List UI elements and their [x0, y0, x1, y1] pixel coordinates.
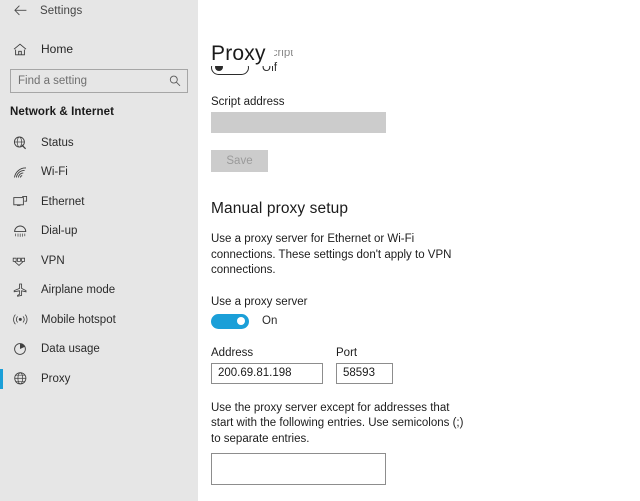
sidebar-header: Settings — [0, 0, 198, 21]
sidebar-item-proxy-label: Proxy — [41, 372, 71, 385]
search-container — [10, 69, 188, 93]
address-group: Address — [211, 347, 323, 384]
sidebar-item-status-label: Status — [41, 136, 74, 149]
exceptions-input[interactable] — [211, 453, 386, 485]
search-box[interactable] — [10, 69, 188, 93]
port-label: Port — [336, 346, 358, 359]
setup-script-toggle-row: Off — [211, 60, 640, 75]
ethernet-icon — [10, 193, 30, 211]
sidebar-item-vpn-label: VPN — [41, 254, 65, 267]
search-input[interactable] — [11, 71, 187, 91]
script-address-group: Script address — [211, 96, 640, 133]
dial-up-icon — [10, 222, 30, 240]
window-title: Settings — [40, 4, 83, 17]
address-input[interactable] — [211, 362, 323, 384]
sidebar-item-wifi[interactable]: Wi-Fi — [0, 158, 198, 188]
toggle-knob — [237, 316, 245, 325]
sidebar-item-airplane-mode[interactable]: Airplane mode — [0, 276, 198, 306]
port-input[interactable] — [336, 362, 393, 384]
script-save-button: Save — [211, 150, 268, 172]
sidebar-item-home[interactable]: Home — [0, 34, 198, 64]
use-proxy-server-toggle-state: On — [262, 315, 278, 327]
data-usage-icon — [10, 340, 30, 358]
sidebar-section-title: Network & Internet — [10, 106, 115, 118]
address-label: Address — [211, 346, 254, 359]
sidebar-item-mobile-hotspot-label: Mobile hotspot — [41, 313, 116, 326]
use-proxy-server-toggle[interactable] — [211, 313, 249, 329]
manual-proxy-description: Use a proxy server for Ethernet or Wi-Fi… — [211, 233, 452, 276]
back-arrow-icon[interactable] — [9, 2, 31, 20]
port-group: Port — [336, 347, 393, 384]
sidebar-item-data-usage[interactable]: Data usage — [0, 335, 198, 365]
sidebar: Settings Home Find a setting Network & I… — [0, 0, 198, 501]
sidebar-item-ethernet-label: Ethernet — [41, 195, 85, 208]
sidebar-item-status[interactable]: Status — [0, 128, 198, 158]
sidebar-item-airplane-mode-label: Airplane mode — [41, 284, 116, 297]
home-icon — [10, 43, 30, 56]
settings-window: Settings Home Find a setting Network & I… — [0, 0, 640, 501]
search-icon[interactable] — [169, 75, 181, 87]
sidebar-item-home-label: Home — [41, 42, 74, 56]
script-address-label: Script address — [211, 96, 285, 108]
sidebar-item-proxy[interactable]: Proxy — [0, 364, 198, 394]
sidebar-item-dial-up[interactable]: Dial-up — [0, 217, 198, 247]
sidebar-item-ethernet[interactable]: Ethernet — [0, 187, 198, 217]
address-port-row: Address Port — [211, 347, 640, 384]
use-proxy-server-toggle-row: On — [211, 313, 640, 329]
sidebar-item-mobile-hotspot[interactable]: Mobile hotspot — [0, 305, 198, 335]
manual-proxy-heading: Manual proxy setup — [211, 200, 349, 217]
main-content: Use setup script Proxy Off Script addres… — [198, 0, 640, 501]
use-proxy-server-label: Use a proxy server — [211, 295, 308, 308]
mobile-hotspot-icon — [10, 311, 30, 329]
sidebar-item-dial-up-label: Dial-up — [41, 225, 78, 238]
selection-indicator — [0, 368, 3, 389]
script-save-group: Save — [211, 150, 640, 172]
sidebar-item-wifi-label: Wi-Fi — [41, 166, 68, 179]
content-body: Off Script address Save Manual proxy set… — [198, 60, 640, 501]
globe-status-icon — [10, 134, 30, 152]
exceptions-description: Use the proxy server except for addresse… — [211, 401, 464, 445]
vpn-icon — [10, 252, 30, 270]
page-title: Proxy — [211, 42, 274, 67]
wifi-icon — [10, 163, 30, 181]
sidebar-item-data-usage-label: Data usage — [41, 343, 100, 356]
airplane-icon — [10, 281, 30, 299]
sidebar-nav-list: Status Wi-Fi Ethernet Dial-up VPN Airpla… — [0, 128, 198, 394]
proxy-globe-icon — [10, 370, 30, 388]
script-address-input — [211, 112, 386, 133]
sidebar-item-vpn[interactable]: VPN — [0, 246, 198, 276]
